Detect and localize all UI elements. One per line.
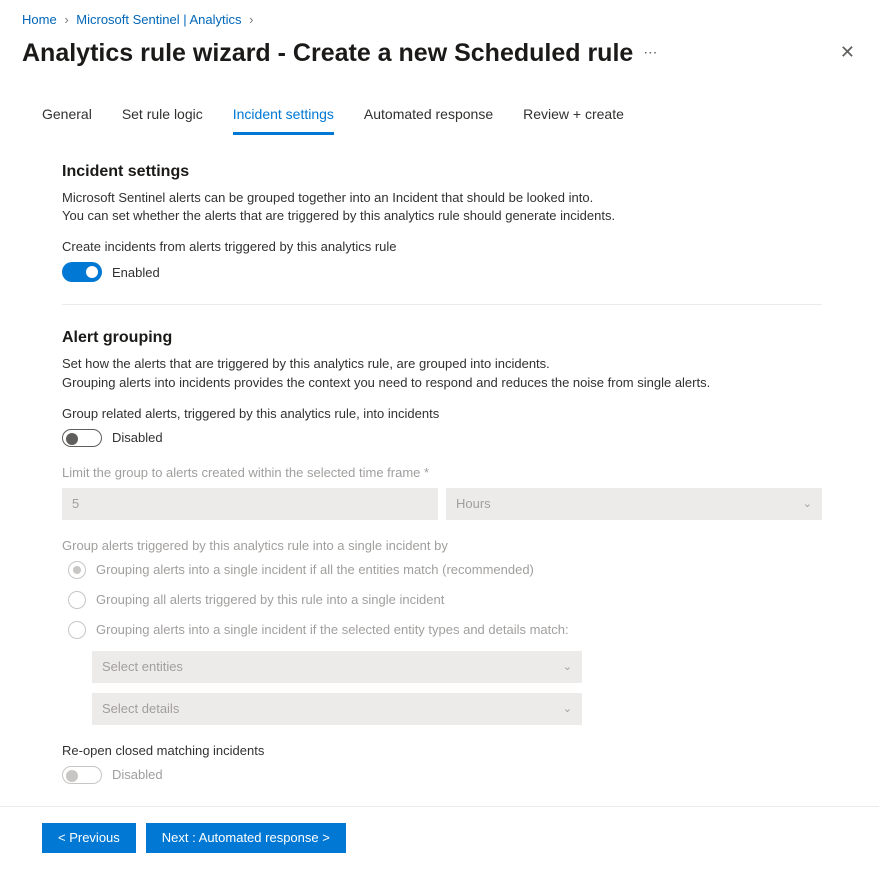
create-incidents-label: Create incidents from alerts triggered b…: [62, 239, 822, 254]
limit-unit-select: Hours ⌄: [446, 488, 822, 520]
breadcrumb: Home › Microsoft Sentinel | Analytics ›: [22, 12, 857, 27]
alert-grouping-description: Set how the alerts that are triggered by…: [62, 355, 822, 391]
tab-review-create[interactable]: Review + create: [523, 98, 624, 135]
tab-set-rule-logic[interactable]: Set rule logic: [122, 98, 203, 135]
incident-settings-heading: Incident settings: [62, 163, 822, 181]
incident-settings-description: Microsoft Sentinel alerts can be grouped…: [62, 189, 822, 225]
create-incidents-toggle[interactable]: [62, 262, 102, 282]
footer-divider: [0, 806, 879, 807]
create-incidents-state: Enabled: [112, 265, 160, 280]
page-title: Analytics rule wizard - Create a new Sch…: [22, 39, 633, 68]
tab-incident-settings[interactable]: Incident settings: [233, 98, 334, 135]
alert-grouping-heading: Alert grouping: [62, 329, 822, 347]
limit-value-input: 5: [62, 488, 438, 520]
section-divider: [62, 304, 822, 305]
wizard-tabs: General Set rule logic Incident settings…: [22, 98, 857, 135]
reopen-label: Re-open closed matching incidents: [62, 743, 822, 758]
reopen-toggle: [62, 766, 102, 784]
limit-time-label: Limit the group to alerts created within…: [62, 465, 822, 480]
next-button[interactable]: Next : Automated response >: [146, 823, 346, 853]
tab-general[interactable]: General: [42, 98, 92, 135]
select-entities-dropdown: Select entities ⌄: [92, 651, 582, 683]
radio-entities-match-label: Grouping alerts into a single incident i…: [96, 562, 534, 577]
more-icon[interactable]: ⋯: [643, 44, 658, 61]
chevron-right-icon: ›: [245, 12, 257, 27]
chevron-down-icon: ⌄: [563, 702, 572, 715]
radio-all-alerts: [68, 591, 86, 609]
group-related-label: Group related alerts, triggered by this …: [62, 406, 822, 421]
radio-selected-types-label: Grouping alerts into a single incident i…: [96, 622, 569, 637]
chevron-down-icon: ⌄: [563, 660, 572, 673]
grouping-method-label: Group alerts triggered by this analytics…: [62, 538, 822, 553]
close-icon[interactable]: ✕: [834, 36, 861, 69]
previous-button[interactable]: < Previous: [42, 823, 136, 853]
radio-all-alerts-label: Grouping all alerts triggered by this ru…: [96, 592, 444, 607]
radio-selected-types: [68, 621, 86, 639]
chevron-right-icon: ›: [60, 12, 72, 27]
group-related-toggle[interactable]: [62, 429, 102, 447]
select-details-dropdown: Select details ⌄: [92, 693, 582, 725]
breadcrumb-sentinel[interactable]: Microsoft Sentinel | Analytics: [76, 12, 241, 27]
radio-entities-match: [68, 561, 86, 579]
tab-automated-response[interactable]: Automated response: [364, 98, 493, 135]
breadcrumb-home[interactable]: Home: [22, 12, 57, 27]
reopen-state: Disabled: [112, 767, 163, 782]
group-related-state: Disabled: [112, 430, 163, 445]
chevron-down-icon: ⌄: [803, 497, 812, 510]
